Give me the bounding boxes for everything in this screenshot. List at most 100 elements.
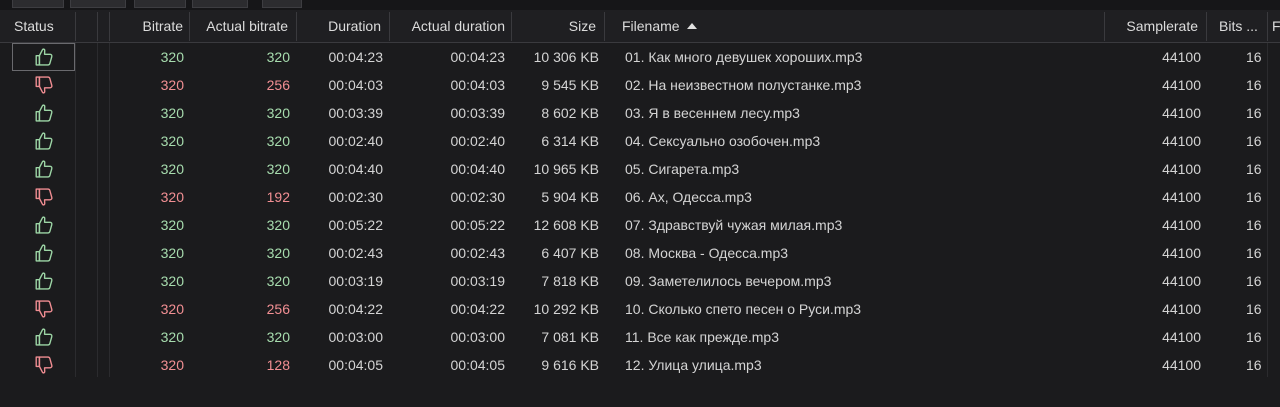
table-row[interactable]: 320 320 00:02:43 00:02:43 6 407 KB 08. Москва… xyxy=(0,239,1280,267)
size-cell: 8 602 KB xyxy=(541,105,599,121)
column-divider[interactable] xyxy=(189,12,190,41)
column-divider[interactable] xyxy=(604,12,605,41)
thumbs-down-icon xyxy=(33,74,55,96)
table-row[interactable]: 320 128 00:04:05 00:04:05 9 616 KB 12. Улица … xyxy=(0,351,1280,379)
filename-cell: 06. Ах, Одесса.mp3 xyxy=(625,189,752,205)
bitrate-cell: 320 xyxy=(160,273,184,289)
toolbar-button[interactable] xyxy=(192,0,248,8)
column-divider[interactable] xyxy=(1206,12,1207,41)
samplerate-cell: 44100 xyxy=(1162,77,1201,93)
toolbar-button[interactable] xyxy=(12,0,64,8)
column-divider[interactable] xyxy=(75,12,76,41)
status-cell[interactable] xyxy=(12,183,75,211)
table-row[interactable]: 320 256 00:04:22 00:04:22 10 292 KB 10. Сколь… xyxy=(0,295,1280,323)
bitrate-cell: 320 xyxy=(160,301,184,317)
table-row[interactable]: 320 320 00:03:00 00:03:00 7 081 KB 11. Все ка… xyxy=(0,323,1280,351)
thumbs-up-icon xyxy=(33,46,55,68)
table-row[interactable]: 320 320 00:02:40 00:02:40 6 314 KB 04. Сексуа… xyxy=(0,127,1280,155)
size-cell: 5 904 KB xyxy=(541,189,599,205)
duration-cell: 00:04:05 xyxy=(328,357,384,373)
column-divider[interactable] xyxy=(296,12,297,41)
actual-bitrate-cell: 320 xyxy=(266,273,290,289)
bitrate-cell: 320 xyxy=(160,49,184,65)
size-cell: 9 545 KB xyxy=(541,77,599,93)
column-header-actual-duration[interactable]: Actual duration xyxy=(391,10,505,42)
column-header-samplerate[interactable]: Samplerate xyxy=(1106,10,1198,42)
bits-cell: 16 xyxy=(1246,49,1262,65)
toolbar-button[interactable] xyxy=(134,0,186,8)
actual-bitrate-cell: 192 xyxy=(266,189,290,205)
actual-duration-cell: 00:05:22 xyxy=(450,217,506,233)
table-row[interactable]: 320 320 00:03:19 00:03:19 7 818 KB 09. Замете… xyxy=(0,267,1280,295)
duration-cell: 00:03:00 xyxy=(328,329,384,345)
column-header-bitrate[interactable]: Bitrate xyxy=(112,10,183,42)
column-header-filename[interactable]: Filename xyxy=(622,10,922,42)
status-cell[interactable] xyxy=(12,155,75,183)
actual-bitrate-cell: 256 xyxy=(266,301,290,317)
bits-cell: 16 xyxy=(1246,217,1262,233)
column-header-extra[interactable]: F xyxy=(1272,10,1280,42)
actual-bitrate-cell: 320 xyxy=(266,329,290,345)
size-cell: 10 965 KB xyxy=(533,161,599,177)
samplerate-cell: 44100 xyxy=(1162,105,1201,121)
status-cell[interactable] xyxy=(12,211,75,239)
column-divider[interactable] xyxy=(109,12,110,41)
status-cell[interactable] xyxy=(12,71,75,99)
actual-bitrate-cell: 320 xyxy=(266,161,290,177)
column-header-bits[interactable]: Bits ... xyxy=(1219,10,1267,42)
column-header-size[interactable]: Size xyxy=(513,10,596,42)
table-row[interactable]: 320 256 00:04:03 00:04:03 9 545 KB 02. На неи… xyxy=(0,71,1280,99)
filename-cell: 02. На неизвестном полустанке.mp3 xyxy=(625,77,862,93)
actual-bitrate-cell: 320 xyxy=(266,133,290,149)
bits-cell: 16 xyxy=(1246,105,1262,121)
status-cell[interactable] xyxy=(12,351,75,379)
toolbar-strip xyxy=(0,0,1280,10)
column-divider[interactable] xyxy=(1267,12,1268,41)
samplerate-cell: 44100 xyxy=(1162,217,1201,233)
duration-cell: 00:04:23 xyxy=(328,49,384,65)
table-row[interactable]: 320 320 00:04:23 00:04:23 10 306 KB 01. Как м… xyxy=(0,43,1280,71)
column-divider[interactable] xyxy=(511,12,512,41)
duration-cell: 00:05:22 xyxy=(328,217,384,233)
column-header-actual-bitrate[interactable]: Actual bitrate xyxy=(192,10,288,42)
duration-cell: 00:04:03 xyxy=(328,77,384,93)
bitrate-cell: 320 xyxy=(160,217,184,233)
column-divider[interactable] xyxy=(1104,12,1105,41)
thumbs-down-icon xyxy=(33,298,55,320)
size-cell: 10 306 KB xyxy=(533,49,599,65)
column-header-duration[interactable]: Duration xyxy=(298,10,381,42)
column-header-status[interactable]: Status xyxy=(14,10,74,42)
status-cell[interactable] xyxy=(12,295,75,323)
table-row[interactable]: 320 192 00:02:30 00:02:30 5 904 KB 06. Ах, Од… xyxy=(0,183,1280,211)
size-cell: 7 818 KB xyxy=(541,273,599,289)
actual-duration-cell: 00:04:22 xyxy=(450,301,506,317)
actual-duration-cell: 00:03:39 xyxy=(450,105,506,121)
status-cell[interactable] xyxy=(12,99,75,127)
size-cell: 7 081 KB xyxy=(541,329,599,345)
toolbar-button[interactable] xyxy=(262,0,302,8)
table-row[interactable]: 320 320 00:04:40 00:04:40 10 965 KB 05. Сигар… xyxy=(0,155,1280,183)
thumbs-up-icon xyxy=(33,102,55,124)
actual-duration-cell: 00:04:05 xyxy=(450,357,506,373)
table-row[interactable]: 320 320 00:05:22 00:05:22 12 608 KB 07. Здрав… xyxy=(0,211,1280,239)
status-cell[interactable] xyxy=(12,239,75,267)
thumbs-up-icon xyxy=(33,130,55,152)
column-divider[interactable] xyxy=(97,12,98,41)
status-cell[interactable] xyxy=(12,267,75,295)
filename-cell: 08. Москва - Одесса.mp3 xyxy=(625,245,789,261)
actual-bitrate-cell: 320 xyxy=(266,217,290,233)
bits-cell: 16 xyxy=(1246,329,1262,345)
status-cell[interactable] xyxy=(12,43,75,71)
toolbar-button[interactable] xyxy=(70,0,126,8)
duration-cell: 00:02:30 xyxy=(328,189,384,205)
column-divider[interactable] xyxy=(389,12,390,41)
duration-cell: 00:02:43 xyxy=(328,245,384,261)
table-row[interactable]: 320 320 00:03:39 00:03:39 8 602 KB 03. Я в ве… xyxy=(0,99,1280,127)
actual-duration-cell: 00:04:40 xyxy=(450,161,506,177)
status-cell[interactable] xyxy=(12,127,75,155)
duration-cell: 00:03:39 xyxy=(328,105,384,121)
column-header-filename-label: Filename xyxy=(622,18,680,34)
status-cell[interactable] xyxy=(12,323,75,351)
bits-cell: 16 xyxy=(1246,245,1262,261)
samplerate-cell: 44100 xyxy=(1162,273,1201,289)
